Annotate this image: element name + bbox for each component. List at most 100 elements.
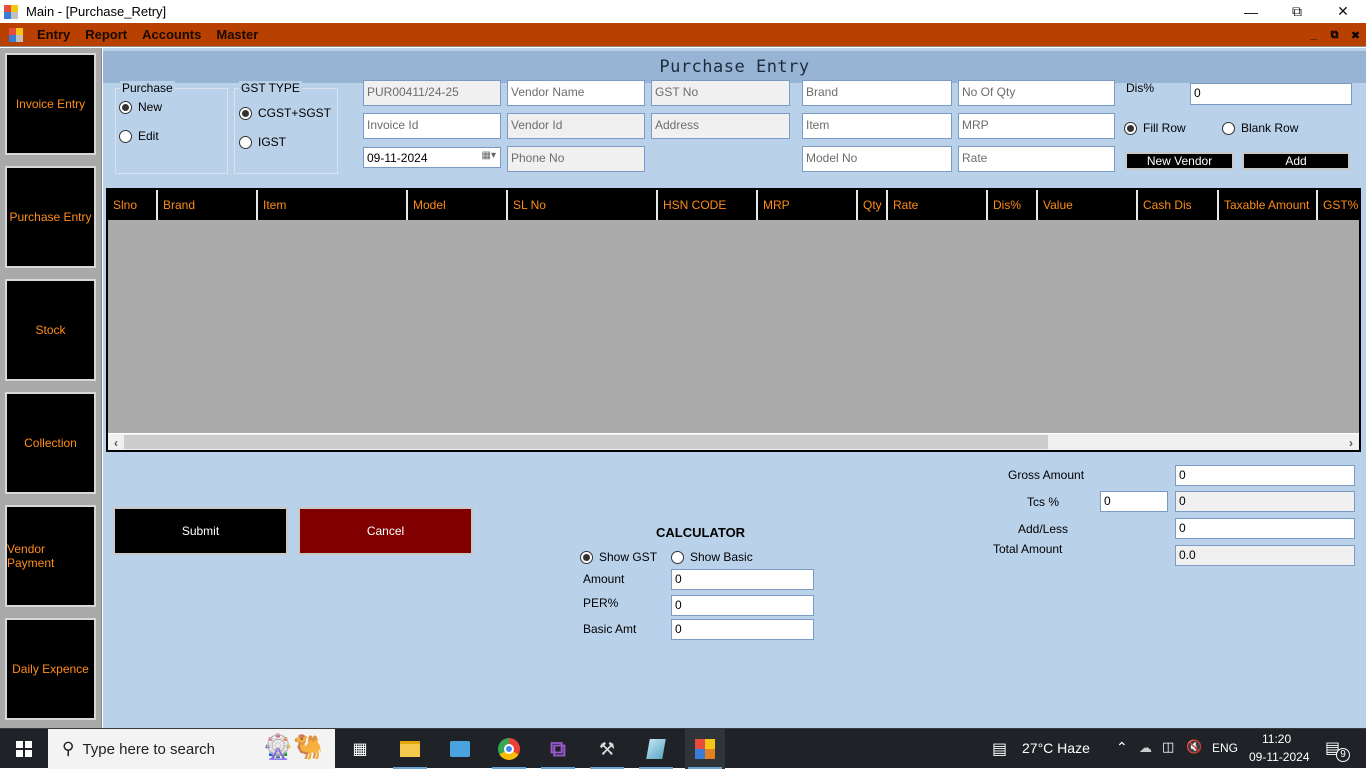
volume-muted-icon[interactable]: 🔇 — [1186, 739, 1202, 755]
scrollbar-thumb[interactable] — [124, 435, 1048, 449]
gst-no-field[interactable]: GST No — [651, 80, 790, 106]
menu-report[interactable]: Report — [83, 27, 138, 42]
col-cash-dis[interactable]: Cash Dis — [1138, 190, 1219, 220]
col-value[interactable]: Value — [1038, 190, 1138, 220]
sidebar: Invoice Entry Purchase Entry Stock Colle… — [0, 48, 102, 728]
address-field[interactable]: Address — [651, 113, 790, 139]
onedrive-paused-icon[interactable]: ☁ — [1139, 740, 1152, 756]
taskbar-chrome[interactable] — [489, 729, 529, 769]
dis-percent-field[interactable]: 0 — [1190, 83, 1352, 105]
scroll-right-icon[interactable]: › — [1343, 434, 1359, 450]
scroll-left-icon[interactable]: ‹ — [108, 434, 124, 450]
calc-basic-amt-field[interactable]: 0 — [671, 619, 814, 640]
sidebar-item-stock[interactable]: Stock — [5, 279, 96, 381]
brand-field[interactable]: Brand — [802, 80, 952, 106]
add-less-field[interactable]: 0 — [1175, 518, 1355, 539]
radio-cgst-sgst[interactable]: CGST+SGST — [239, 106, 331, 120]
tcs-percent-field[interactable]: 0 — [1100, 491, 1168, 512]
gross-amount-field[interactable]: 0 — [1175, 465, 1355, 486]
col-qty[interactable]: Qty — [858, 190, 888, 220]
radio-igst[interactable]: IGST — [239, 135, 286, 149]
page-title: Purchase Entry — [659, 57, 810, 77]
taskbar-notepad[interactable] — [636, 729, 676, 769]
purchase-no-field[interactable]: PUR00411/24-25 — [363, 80, 501, 106]
calc-per-field[interactable]: 0 — [671, 595, 814, 616]
taskbar-file-explorer[interactable] — [390, 729, 430, 769]
col-item[interactable]: Item — [258, 190, 408, 220]
cancel-button[interactable]: Cancel — [298, 507, 473, 555]
phone-no-field[interactable]: Phone No — [507, 146, 645, 172]
horizontal-scrollbar[interactable]: ‹ › — [108, 433, 1359, 450]
weather-text[interactable]: 27°C Haze — [1022, 740, 1090, 756]
radio-blank-row[interactable]: Blank Row — [1222, 121, 1298, 135]
model-no-field[interactable]: Model No — [802, 146, 952, 172]
date-picker[interactable]: 09-11-2024 ▦▾ — [363, 147, 501, 168]
radio-checked-icon — [580, 550, 593, 564]
menu-accounts[interactable]: Accounts — [140, 27, 212, 42]
restore-button[interactable]: ⧉ — [1274, 0, 1320, 23]
sidebar-item-purchase-entry[interactable]: Purchase Entry — [5, 166, 96, 268]
taskbar-search-box[interactable]: ⚲ Type here to search 🎡🐫 — [48, 729, 335, 769]
submit-button[interactable]: Submit — [113, 507, 288, 555]
calendar-dropdown-icon[interactable]: ▦▾ — [482, 150, 496, 161]
col-slno[interactable]: Slno — [108, 190, 158, 220]
taskbar-visual-studio[interactable]: ⧉ — [538, 729, 578, 769]
radio-edit[interactable]: Edit — [119, 129, 159, 143]
no-of-qty-field[interactable]: No Of Qty — [958, 80, 1115, 106]
language-indicator[interactable]: ENG — [1212, 741, 1238, 755]
new-vendor-button[interactable]: New Vendor — [1125, 152, 1234, 170]
sidebar-item-daily-expence[interactable]: Daily Expence — [5, 618, 96, 720]
news-icon[interactable]: ▤ — [992, 739, 1007, 759]
tcs-value-field[interactable]: 0 — [1175, 491, 1355, 512]
mdi-child-icon[interactable] — [9, 27, 23, 42]
taskbar-computer[interactable] — [440, 729, 480, 769]
network-icon[interactable]: ◫ — [1162, 739, 1174, 755]
sidebar-item-collection[interactable]: Collection — [5, 392, 96, 494]
total-amount-field[interactable]: 0.0 — [1175, 545, 1355, 566]
purchase-items-grid[interactable]: Slno Brand Item Model SL No HSN CODE MRP… — [106, 188, 1361, 452]
radio-show-basic[interactable]: Show Basic — [671, 550, 753, 564]
vendor-id-field[interactable]: Vendor Id — [507, 113, 645, 139]
total-amount-label: Total Amount — [993, 542, 1063, 556]
rate-field[interactable]: Rate — [958, 146, 1115, 172]
minimize-button[interactable]: — — [1228, 0, 1274, 23]
clock-date[interactable]: 09-11-2024 — [1249, 750, 1310, 764]
calc-amount-field[interactable]: 0 — [671, 569, 814, 590]
col-mrp[interactable]: MRP — [758, 190, 858, 220]
col-model[interactable]: Model — [408, 190, 508, 220]
close-button[interactable]: ✕ — [1320, 0, 1366, 23]
menu-entry[interactable]: Entry — [35, 27, 81, 42]
radio-igst-label: IGST — [258, 135, 287, 149]
invoice-id-field[interactable]: Invoice Id — [363, 113, 501, 139]
mdi-restore-icon[interactable]: ⧉ — [1328, 29, 1341, 42]
start-button[interactable] — [0, 729, 48, 769]
clock-time[interactable]: 11:20 — [1262, 732, 1291, 746]
add-less-label: Add/Less — [1018, 522, 1069, 536]
mdi-minimize-icon[interactable]: _ — [1307, 29, 1320, 41]
sidebar-item-invoice-entry[interactable]: Invoice Entry — [5, 53, 96, 155]
radio-show-gst[interactable]: Show GST — [580, 550, 657, 564]
gst-type-group: GST TYPE — [234, 81, 338, 174]
col-taxable-amount[interactable]: Taxable Amount — [1219, 190, 1318, 220]
vendor-name-field[interactable]: Vendor Name — [507, 80, 645, 106]
add-button[interactable]: Add — [1242, 152, 1350, 170]
col-sl-no[interactable]: SL No — [508, 190, 658, 220]
col-hsn-code[interactable]: HSN CODE — [658, 190, 758, 220]
col-dis-percent[interactable]: Dis% — [988, 190, 1038, 220]
mdi-close-icon[interactable]: ✖ — [1349, 29, 1362, 42]
item-field[interactable]: Item — [802, 113, 952, 139]
window-titlebar: Main - [Purchase_Retry] — ⧉ ✕ — [0, 0, 1366, 23]
taskbar-main-app[interactable] — [685, 729, 725, 769]
folder-icon — [400, 741, 420, 757]
col-brand[interactable]: Brand — [158, 190, 258, 220]
col-rate[interactable]: Rate — [888, 190, 988, 220]
show-hidden-icons-icon[interactable]: ⌃ — [1116, 739, 1128, 756]
taskbar-tools[interactable]: ⚒ — [587, 729, 627, 769]
radio-new[interactable]: New — [119, 100, 162, 114]
task-view-button[interactable]: ▦ — [340, 729, 380, 769]
mrp-field[interactable]: MRP — [958, 113, 1115, 139]
radio-fill-row[interactable]: Fill Row — [1124, 121, 1186, 135]
menu-master[interactable]: Master — [214, 27, 269, 42]
col-gst-percent[interactable]: GST% — [1318, 190, 1359, 220]
sidebar-item-vendor-payment[interactable]: Vendor Payment — [5, 505, 96, 607]
